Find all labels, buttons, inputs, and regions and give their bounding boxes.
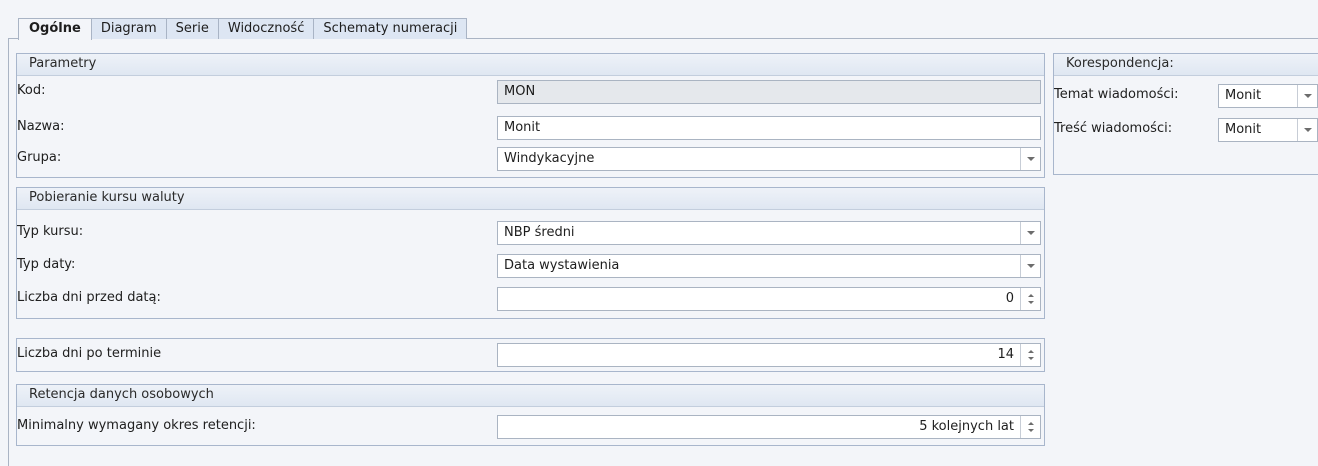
tab-diagram[interactable]: Diagram	[90, 18, 167, 39]
spin-up-icon	[1027, 294, 1034, 297]
retencja-row: Minimalny wymagany okres retencji: 5 kol…	[17, 413, 1044, 439]
temat-select[interactable]: Monit	[1218, 84, 1318, 108]
retencja-label: Minimalny wymagany okres retencji:	[17, 418, 256, 433]
nazwa-field[interactable]: Monit	[497, 116, 1041, 140]
kod-field: MON	[497, 80, 1041, 104]
kurs-waluty-header: Pobieranie kursu waluty	[17, 188, 1044, 210]
spin-down-icon	[1027, 357, 1034, 360]
typ-daty-row: Typ daty: Data wystawienia	[17, 252, 1044, 278]
typ-daty-value: Data wystawienia	[504, 258, 620, 273]
typ-kursu-label: Typ kursu:	[17, 224, 84, 239]
typ-daty-dropdown-button[interactable]	[1020, 255, 1040, 277]
tab-ogolne[interactable]: Ogólne	[18, 18, 92, 40]
tresc-value: Monit	[1225, 122, 1262, 137]
retencja-header: Retencja danych osobowych	[17, 385, 1044, 407]
grupa-select[interactable]: Windykacyjne	[497, 147, 1041, 171]
dni-przed-row: Liczba dni przed datą: 0	[17, 285, 1044, 311]
tresc-label: Treść wiadomości:	[1054, 121, 1173, 136]
dni-przed-value: 0	[1005, 291, 1014, 306]
retencja-group: Retencja danych osobowych Minimalny wyma…	[16, 384, 1045, 446]
chevron-down-icon	[1303, 128, 1312, 132]
tresc-row: Treść wiadomości: Monit	[1054, 116, 1318, 142]
termin-row: Liczba dni po terminie 14	[17, 341, 1044, 367]
temat-row: Temat wiadomości: Monit	[1054, 82, 1318, 108]
termin-label: Liczba dni po terminie	[17, 346, 162, 361]
kod-row: Kod: MON	[17, 78, 1044, 104]
nazwa-label: Nazwa:	[17, 119, 65, 134]
retencja-spinner[interactable]: 5 kolejnych lat	[497, 415, 1041, 439]
dni-przed-label: Liczba dni przed datą:	[17, 290, 161, 305]
tab-widocznosc[interactable]: Widoczność	[217, 18, 315, 39]
termin-value: 14	[997, 347, 1014, 362]
nazwa-row: Nazwa: Monit	[17, 114, 1044, 140]
temat-value: Monit	[1225, 88, 1262, 103]
spin-down-icon	[1027, 301, 1034, 304]
korespondencja-group: Korespondencja: Temat wiadomości: Monit …	[1053, 53, 1318, 175]
kod-label: Kod:	[17, 83, 46, 98]
korespondencja-header: Korespondencja:	[1054, 54, 1318, 76]
tab-strip: Ogólne Diagram Serie Widoczność Schematy…	[18, 18, 468, 40]
parametry-group: Parametry Kod: MON Nazwa: Monit Grupa: W…	[16, 53, 1045, 178]
grupa-label: Grupa:	[17, 150, 62, 165]
dni-przed-spin-button[interactable]	[1020, 288, 1040, 310]
grupa-value: Windykacyjne	[504, 151, 595, 166]
typ-kursu-select[interactable]: NBP średni	[497, 221, 1041, 245]
retencja-value: 5 kolejnych lat	[919, 419, 1014, 434]
chevron-down-icon	[1026, 231, 1035, 235]
chevron-down-icon	[1026, 264, 1035, 268]
spin-up-icon	[1027, 350, 1034, 353]
kurs-waluty-group: Pobieranie kursu waluty Typ kursu: NBP ś…	[16, 187, 1045, 319]
tab-schematy-numeracji[interactable]: Schematy numeracji	[313, 18, 468, 39]
typ-kursu-row: Typ kursu: NBP średni	[17, 219, 1044, 245]
grupa-row: Grupa: Windykacyjne	[17, 145, 1044, 171]
retencja-spin-button[interactable]	[1020, 416, 1040, 438]
typ-daty-select[interactable]: Data wystawienia	[497, 254, 1041, 278]
typ-kursu-dropdown-button[interactable]	[1020, 222, 1040, 244]
parametry-header: Parametry	[17, 54, 1044, 76]
chevron-down-icon	[1026, 157, 1035, 161]
chevron-down-icon	[1303, 94, 1312, 98]
tresc-select[interactable]: Monit	[1218, 118, 1318, 142]
typ-daty-label: Typ daty:	[17, 257, 76, 272]
temat-label: Temat wiadomości:	[1054, 87, 1179, 102]
grupa-dropdown-button[interactable]	[1020, 148, 1040, 170]
tab-serie[interactable]: Serie	[165, 18, 219, 39]
spin-down-icon	[1027, 429, 1034, 432]
termin-spin-button[interactable]	[1020, 344, 1040, 366]
temat-dropdown-button[interactable]	[1297, 85, 1317, 107]
tresc-dropdown-button[interactable]	[1297, 119, 1317, 141]
dni-przed-spinner[interactable]: 0	[497, 287, 1041, 311]
termin-spinner[interactable]: 14	[497, 343, 1041, 367]
termin-group: Liczba dni po terminie 14	[16, 338, 1045, 372]
typ-kursu-value: NBP średni	[504, 225, 575, 240]
spin-up-icon	[1027, 422, 1034, 425]
